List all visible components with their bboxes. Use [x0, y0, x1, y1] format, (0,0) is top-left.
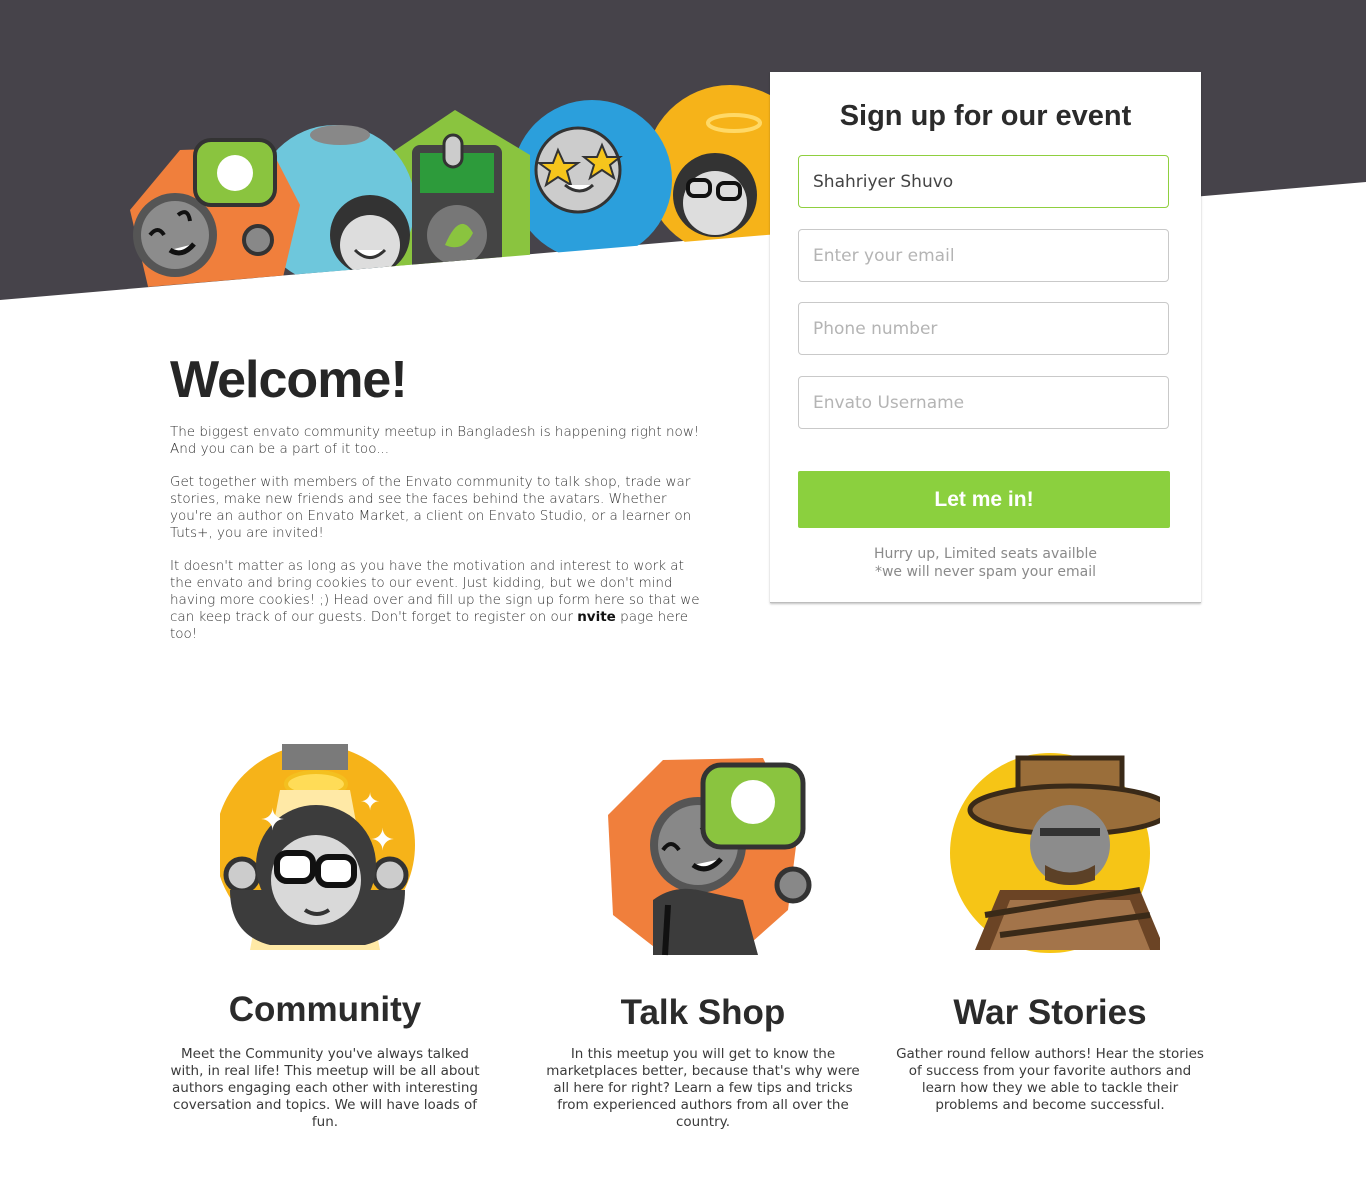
signup-note: Hurry up, Limited seats availble *we wil…	[770, 545, 1201, 581]
submit-button[interactable]: Let me in!	[798, 471, 1170, 528]
feature-community: ✦ ✦ ✦ Community Meet the Community you'v…	[165, 740, 485, 1130]
welcome-paragraph-1: The biggest envato community meetup in B…	[170, 424, 700, 457]
username-field[interactable]	[798, 376, 1169, 429]
feature-war-stories: War Stories Gather round fellow authors!…	[890, 740, 1210, 1113]
signup-form: Sign up for our event Let me in! Hurry u…	[770, 72, 1201, 603]
feature-title: War Stories	[953, 993, 1147, 1032]
svg-text:✦: ✦	[370, 824, 395, 857]
community-avatar-icon: ✦ ✦ ✦	[220, 744, 415, 950]
name-field[interactable]	[798, 155, 1169, 208]
signup-title: Sign up for our event	[839, 100, 1132, 132]
war-stories-avatar-icon	[950, 753, 1160, 953]
svg-text:✦: ✦	[260, 804, 285, 837]
phone-field[interactable]	[798, 302, 1169, 355]
feature-text: Gather round fellow authors! Hear the st…	[896, 1046, 1204, 1113]
avatars-illustration	[130, 85, 790, 290]
spam-note: *we will never spam your email	[874, 564, 1097, 580]
feature-text: Meet the Community you've always talked …	[170, 1046, 480, 1130]
seats-note: Hurry up, Limited seats availble	[873, 546, 1098, 562]
welcome-title: Welcome!	[170, 351, 408, 409]
email-field[interactable]	[798, 229, 1169, 282]
feature-title: Talk Shop	[620, 993, 786, 1032]
welcome-paragraph-3: It doesn't matter as long as you have th…	[170, 558, 700, 642]
welcome-section: Welcome! The biggest envato community me…	[170, 350, 710, 659]
feature-title: Community	[228, 990, 422, 1029]
talk-shop-avatar-icon	[608, 758, 812, 956]
nvite-link[interactable]: nvite	[577, 609, 616, 625]
svg-text:✦: ✦	[360, 789, 380, 816]
feature-text: In this meetup you will get to know the …	[546, 1046, 860, 1130]
feature-talk-shop: Talk Shop In this meetup you will get to…	[543, 740, 863, 1130]
welcome-paragraph-2: Get together with members of the Envato …	[170, 474, 692, 541]
